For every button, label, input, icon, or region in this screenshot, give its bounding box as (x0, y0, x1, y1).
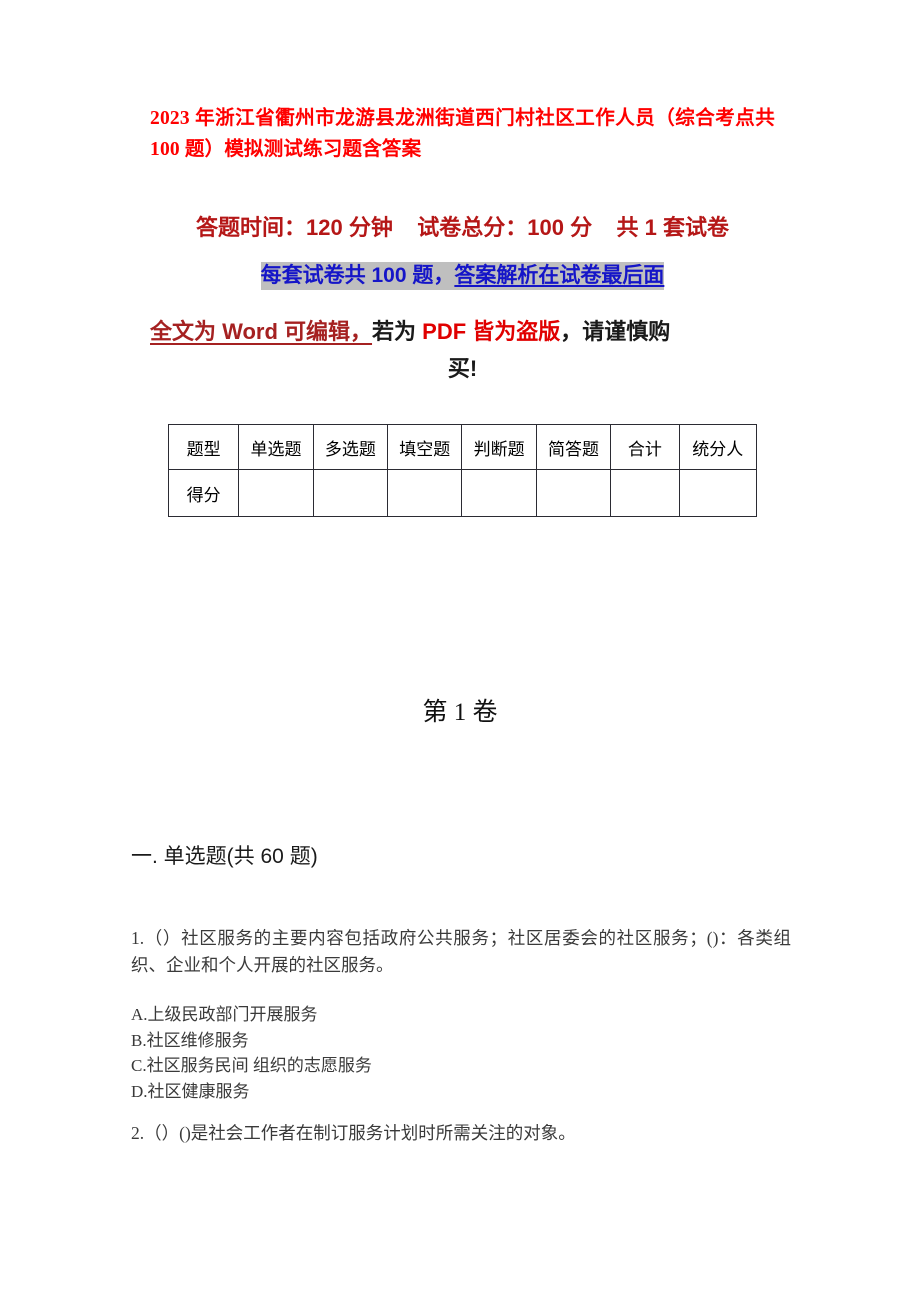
score-cell[interactable] (312, 469, 389, 517)
copyright-notice-pdf-pirated: PDF 皆为盗版 (422, 319, 561, 344)
section-heading-single-choice: 一. 单选题(共 60 题) (131, 845, 318, 868)
answer-location-notice-plain: 每套试卷共 100 题， (260, 264, 455, 287)
table-header-cell: 统分人 (678, 424, 758, 470)
option-a[interactable]: A.上级民政部门开展服务 (131, 1002, 791, 1028)
table-row: 得分 (167, 469, 758, 517)
copyright-notice: 全文为 Word 可编辑，若为 PDF 皆为盗版，请谨慎购 (150, 310, 775, 354)
score-cell[interactable] (387, 469, 463, 517)
score-cell[interactable] (610, 469, 680, 517)
table-header-cell: 填空题 (387, 424, 463, 470)
table-header-cell: 判断题 (461, 424, 537, 470)
table-header-cell: 单选题 (238, 424, 314, 470)
copyright-notice-caution: ，请谨慎购 (560, 319, 671, 344)
score-cell[interactable] (678, 469, 758, 517)
table-header-cell: 简答题 (535, 424, 612, 470)
option-c[interactable]: C.社区服务民间 组织的志愿服务 (131, 1053, 791, 1079)
table-row-header: 题型 单选题 多选题 填空题 判断题 简答题 合计 统分人 (167, 424, 758, 470)
copyright-notice-word-editable: 全文为 Word 可编辑， (150, 319, 373, 344)
score-table: 题型 单选题 多选题 填空题 判断题 简答题 合计 统分人 得分 (167, 424, 758, 517)
table-header-cell: 多选题 (312, 424, 389, 470)
question-1-options: A.上级民政部门开展服务 B.社区维修服务 C.社区服务民间 组织的志愿服务 D… (131, 1002, 791, 1104)
copyright-notice-wrap: 买! (447, 356, 478, 381)
option-d[interactable]: D.社区健康服务 (131, 1079, 791, 1105)
score-cell[interactable] (461, 469, 537, 517)
exam-meta-line: 答题时间：120 分钟 试卷总分：100 分 共 1 套试卷 (196, 215, 729, 240)
answer-location-notice-underlined: 答案解析在试卷最后面 (454, 264, 665, 287)
table-header-cell: 题型 (167, 424, 240, 470)
score-cell[interactable] (238, 469, 314, 517)
volume-heading: 第 1 卷 (422, 699, 498, 726)
option-b[interactable]: B.社区维修服务 (131, 1028, 791, 1054)
answer-location-notice-highlight: 每套试卷共 100 题，答案解析在试卷最后面 (260, 262, 665, 290)
table-row-label: 得分 (167, 469, 240, 517)
document-page: 2023 年浙江省衢州市龙游县龙洲街道西门村社区工作人员（综合考点共 100 题… (0, 0, 920, 1302)
copyright-notice-if: 若为 (372, 319, 423, 344)
table-header-cell: 合计 (610, 424, 680, 470)
score-cell[interactable] (535, 469, 612, 517)
question-1-text: 1.（）社区服务的主要内容包括政府公共服务；社区居委会的社区服务；()：各类组织… (131, 928, 791, 975)
question-2-text: 2.（）()是社会工作者在制订服务计划时所需关注的对象。 (131, 1123, 576, 1143)
page-title: 2023 年浙江省衢州市龙游县龙洲街道西门村社区工作人员（综合考点共 100 题… (150, 108, 775, 160)
answer-location-notice: 每套试卷共 100 题，答案解析在试卷最后面 (150, 261, 775, 291)
